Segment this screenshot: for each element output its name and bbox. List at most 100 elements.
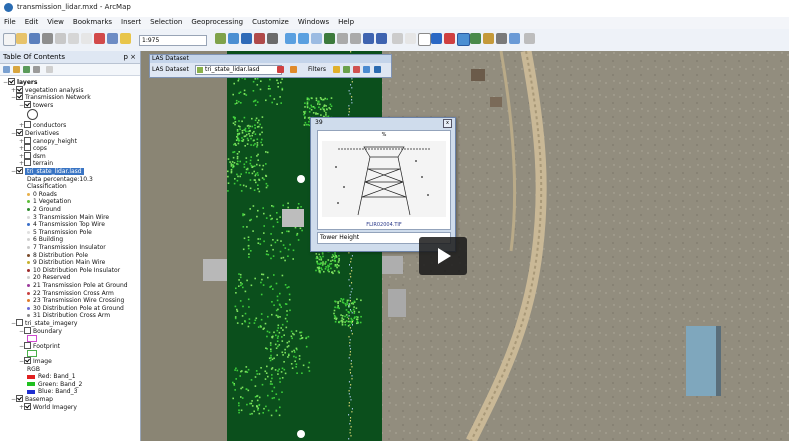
toc-item[interactable]: + World Imagery bbox=[19, 402, 77, 412]
identify-icon[interactable] bbox=[431, 33, 442, 44]
time-slider-icon[interactable] bbox=[509, 33, 520, 44]
class-symbol-icon bbox=[27, 200, 30, 204]
layer-checkbox[interactable] bbox=[16, 93, 23, 101]
menu-selection[interactable]: Selection bbox=[146, 17, 187, 26]
menu-help[interactable]: Help bbox=[334, 17, 359, 26]
menu-customize[interactable]: Customize bbox=[248, 17, 294, 26]
undo-icon[interactable] bbox=[107, 33, 118, 44]
legend-swatch bbox=[27, 374, 35, 379]
fixed-zoom-in-icon[interactable] bbox=[337, 33, 348, 44]
layer-checkbox[interactable] bbox=[24, 121, 31, 129]
table-icon[interactable] bbox=[228, 33, 239, 44]
layer-checkbox[interactable] bbox=[16, 167, 23, 174]
measure-icon[interactable] bbox=[470, 33, 481, 44]
select-elements-icon[interactable] bbox=[418, 33, 431, 46]
toc-item[interactable]: − Boundary bbox=[19, 326, 62, 336]
find-icon[interactable] bbox=[483, 33, 494, 44]
layer-checkbox[interactable] bbox=[16, 395, 23, 402]
list-by-source-icon[interactable] bbox=[13, 66, 20, 73]
toolbox-icon[interactable] bbox=[254, 33, 265, 44]
class-symbol-icon bbox=[27, 230, 30, 234]
previous-extent-icon[interactable] bbox=[363, 33, 374, 44]
catalog-icon[interactable] bbox=[241, 33, 252, 44]
toc-item-label: 31 Distribution Cross Arm bbox=[33, 312, 111, 320]
elevation-symbology-icon[interactable] bbox=[277, 66, 284, 73]
paste-icon[interactable] bbox=[81, 33, 92, 44]
menu-edit[interactable]: Edit bbox=[21, 17, 44, 26]
save-icon[interactable] bbox=[29, 33, 40, 44]
zoom-in-icon[interactable] bbox=[285, 33, 296, 44]
zoom-out-icon[interactable] bbox=[298, 33, 309, 44]
point-cloud-icon[interactable] bbox=[353, 66, 360, 73]
toc-item-label: tri_state_imagery bbox=[25, 320, 78, 327]
list-by-selection-icon[interactable] bbox=[33, 66, 40, 73]
popup-filename[interactable]: FLIR02004.TIF bbox=[318, 222, 450, 228]
viewer-window-icon[interactable] bbox=[524, 33, 535, 44]
layer-checkbox[interactable] bbox=[24, 402, 31, 410]
table-of-contents: Table Of Contents p × − layers + vegetation… bbox=[0, 51, 141, 441]
print-icon[interactable] bbox=[42, 33, 53, 44]
menu-insert[interactable]: Insert bbox=[117, 17, 146, 26]
filters-dropdown[interactable]: Filters bbox=[308, 66, 326, 73]
toc-title: Table Of Contents bbox=[3, 53, 66, 61]
surface-icon[interactable] bbox=[363, 66, 370, 73]
next-extent-icon[interactable] bbox=[376, 33, 387, 44]
add-data-icon[interactable] bbox=[120, 33, 131, 44]
menu-geoprocessing[interactable]: Geoprocessing bbox=[187, 17, 248, 26]
legend-swatch bbox=[27, 389, 35, 394]
toc-item-label: 6 Building bbox=[33, 236, 64, 244]
layer-checkbox[interactable] bbox=[24, 151, 31, 159]
building-roof bbox=[686, 326, 718, 396]
layer-checkbox[interactable] bbox=[24, 136, 31, 144]
fixed-zoom-out-icon[interactable] bbox=[350, 33, 361, 44]
editor-icon[interactable] bbox=[215, 33, 226, 44]
pan-icon[interactable] bbox=[311, 33, 322, 44]
las-dataset-label[interactable]: LAS Dataset bbox=[152, 66, 189, 73]
delete-icon[interactable] bbox=[94, 33, 105, 44]
menu-bar: File Edit View Bookmarks Insert Selection Geop… bbox=[0, 17, 789, 29]
layer-checkbox[interactable] bbox=[24, 100, 31, 108]
popup-close-button[interactable]: x bbox=[443, 119, 452, 128]
las-dataset-select[interactable]: tri_state_lidar.lasd bbox=[195, 65, 282, 75]
menu-bookmarks[interactable]: Bookmarks bbox=[69, 17, 117, 26]
toc-options-icon[interactable] bbox=[46, 66, 53, 73]
clear-selection-icon[interactable] bbox=[405, 33, 416, 44]
open-folder-icon[interactable] bbox=[16, 33, 27, 44]
profile-view-icon[interactable] bbox=[333, 66, 340, 73]
list-by-drawing-order-icon[interactable] bbox=[3, 66, 10, 73]
copy-icon[interactable] bbox=[68, 33, 79, 44]
layer-checkbox[interactable] bbox=[16, 319, 23, 326]
layer-checkbox[interactable] bbox=[24, 357, 31, 364]
layer-checkbox[interactable] bbox=[16, 129, 23, 136]
menu-windows[interactable]: Windows bbox=[294, 17, 334, 26]
select-features-icon[interactable] bbox=[392, 33, 403, 44]
html-popup-icon[interactable] bbox=[457, 33, 470, 46]
python-icon[interactable] bbox=[267, 33, 278, 44]
list-by-visibility-icon[interactable] bbox=[23, 66, 30, 73]
new-document-icon[interactable] bbox=[3, 33, 16, 46]
scale-box[interactable]: 1:975 bbox=[139, 35, 207, 46]
hyperlink-icon[interactable] bbox=[444, 33, 455, 44]
las-toolbar-title: LAS Dataset bbox=[150, 55, 391, 63]
3d-view-icon[interactable] bbox=[343, 66, 350, 73]
toc-item[interactable] bbox=[27, 109, 38, 121]
toc-pin-close[interactable]: p × bbox=[123, 51, 136, 63]
class-symbol-icon bbox=[27, 299, 30, 303]
menu-view[interactable]: View bbox=[43, 17, 69, 26]
layer-checkbox[interactable] bbox=[24, 341, 31, 349]
play-icon[interactable] bbox=[419, 237, 467, 275]
layer-checkbox[interactable] bbox=[24, 144, 31, 152]
triangles-icon[interactable] bbox=[374, 66, 381, 73]
toc-item-label: canopy_height bbox=[33, 137, 77, 145]
toc-item-label: 2 Ground bbox=[33, 206, 61, 213]
color-ramp-icon[interactable] bbox=[290, 66, 297, 73]
go-to-xy-icon[interactable] bbox=[496, 33, 507, 44]
layer-checkbox[interactable] bbox=[8, 78, 15, 85]
menu-file[interactable]: File bbox=[0, 17, 21, 26]
cut-icon[interactable] bbox=[55, 33, 66, 44]
layer-checkbox[interactable] bbox=[24, 159, 31, 167]
arcmap-globe-icon bbox=[4, 3, 13, 12]
layer-checkbox[interactable] bbox=[24, 326, 31, 334]
layer-checkbox[interactable] bbox=[16, 85, 23, 93]
full-extent-icon[interactable] bbox=[324, 33, 335, 44]
